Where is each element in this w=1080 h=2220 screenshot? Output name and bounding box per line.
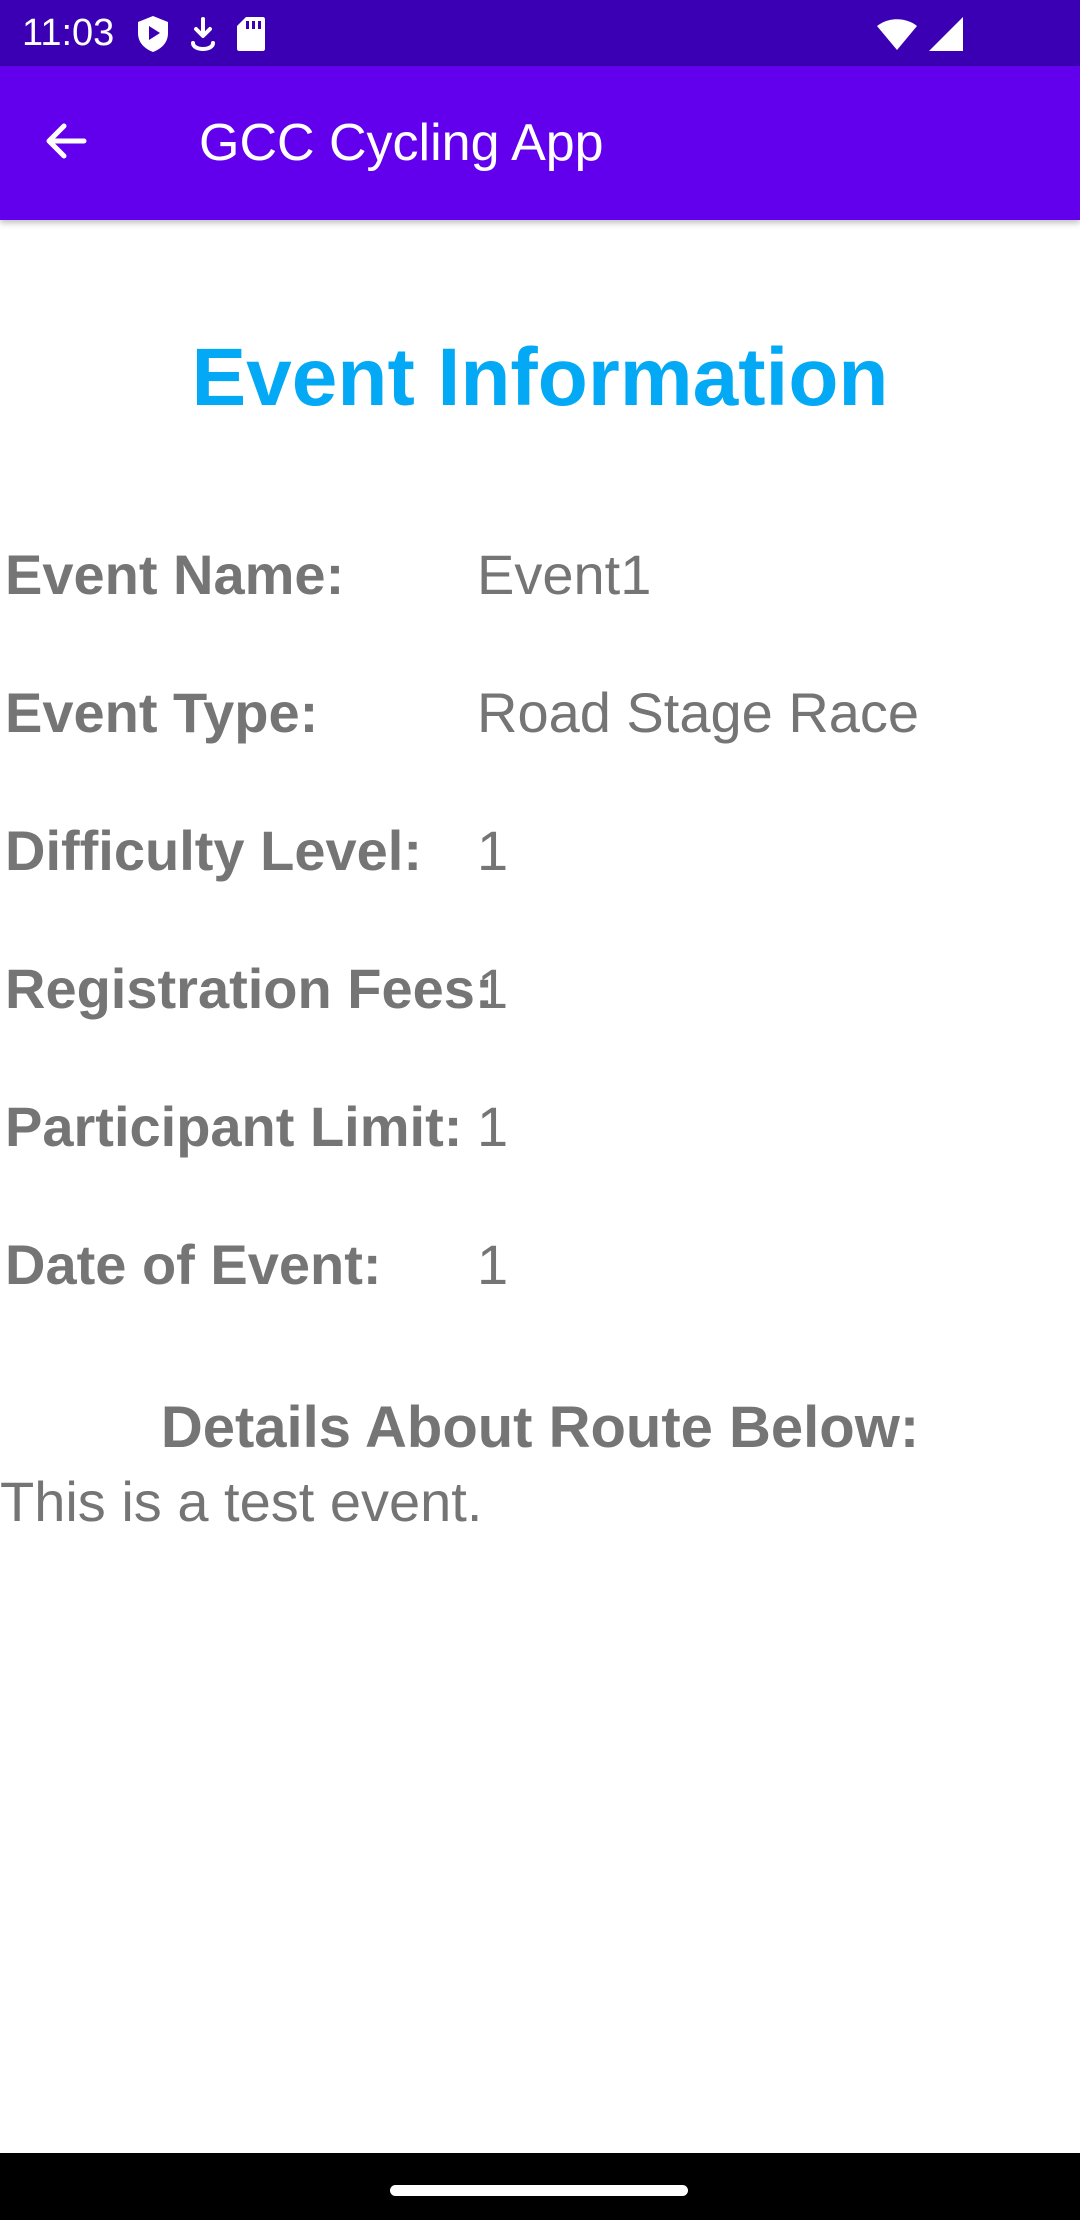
page-title: Event Information (191, 332, 889, 423)
date-of-event-value: 1 (477, 1233, 509, 1296)
app-bar: GCC Cycling App (0, 66, 1080, 220)
route-heading: Details About Route Below: (160, 1395, 920, 1460)
sd-card-icon (236, 16, 266, 52)
participant-limit-label: Participant Limit: (5, 1095, 463, 1158)
back-button[interactable] (34, 111, 98, 175)
registration-fees-label: Registration Fees: (5, 957, 494, 1020)
status-icons-left (136, 12, 284, 56)
signal-icon (928, 16, 964, 52)
difficulty-level-row: Difficulty Level: 1 (0, 811, 1080, 891)
download-icon (188, 17, 218, 51)
route-details: This is a test event. (0, 1470, 483, 1533)
event-name-label: Event Name: (5, 543, 345, 606)
date-of-event-row: Date of Event: 1 (0, 1225, 1080, 1305)
event-name-row: Event Name: Event1 (0, 535, 1080, 615)
status-bar: 11:03 (0, 0, 1080, 66)
home-handle[interactable] (390, 2185, 688, 2196)
shield-icon (136, 15, 170, 53)
event-name-value: Event1 (477, 543, 652, 606)
participant-limit-value: 1 (477, 1095, 509, 1158)
registration-fees-row: Registration Fees: 1 (0, 949, 1080, 1029)
status-icons-right (866, 12, 964, 56)
registration-fees-value: 1 (477, 957, 509, 1020)
participant-limit-row: Participant Limit: 1 (0, 1087, 1080, 1167)
app-title: GCC Cycling App (199, 114, 604, 172)
status-time: 11:03 (22, 12, 115, 54)
wifi-icon (876, 17, 918, 51)
event-type-value: Road Stage Race (477, 681, 920, 744)
difficulty-level-label: Difficulty Level: (5, 819, 422, 882)
arrow-back-icon (42, 117, 90, 170)
navigation-bar (0, 2153, 1080, 2220)
event-type-row: Event Type: Road Stage Race (0, 673, 1080, 753)
difficulty-level-value: 1 (477, 819, 509, 882)
date-of-event-label: Date of Event: (5, 1233, 382, 1296)
event-type-label: Event Type: (5, 681, 319, 744)
